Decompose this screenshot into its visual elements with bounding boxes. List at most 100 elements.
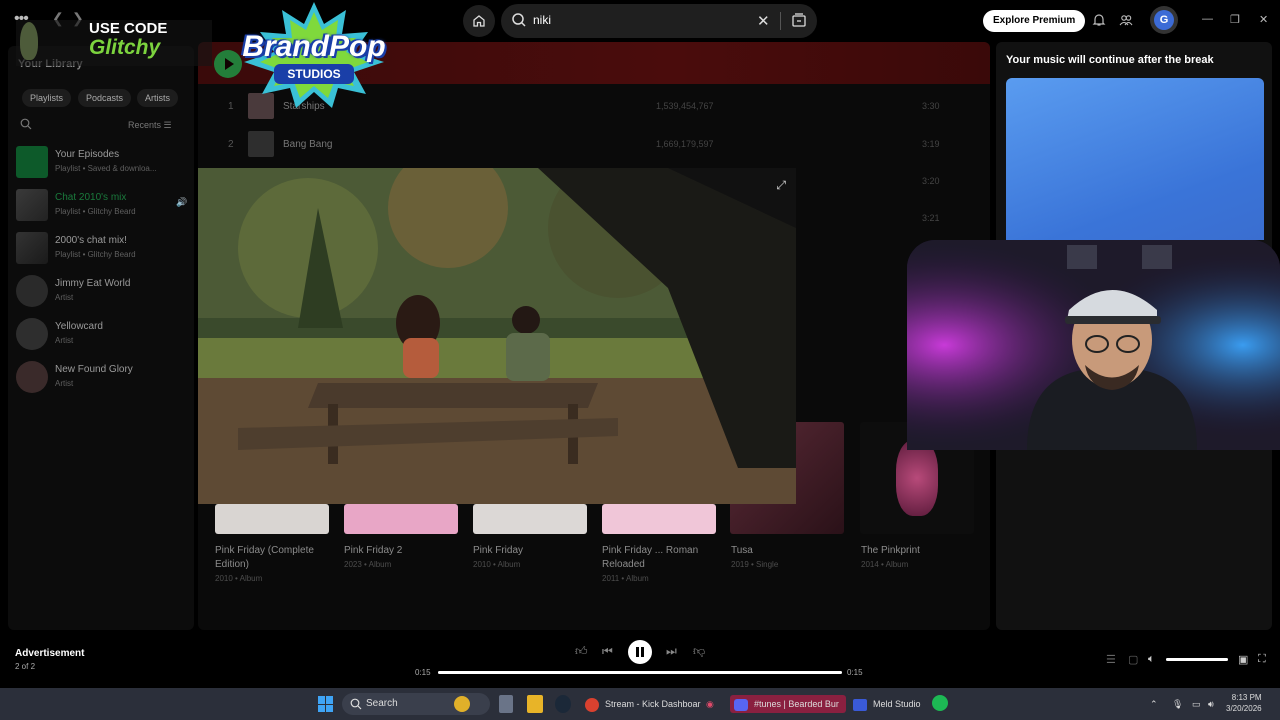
- previous-icon[interactable]: ⏮: [602, 644, 613, 659]
- speaker-icon[interactable]: 🔊︎: [1208, 695, 1214, 713]
- time-elapsed: 0:15: [415, 668, 431, 677]
- library-item[interactable]: Yellowcard Artist: [16, 318, 192, 356]
- library-item[interactable]: New Found Glory Artist: [16, 361, 192, 399]
- library-item[interactable]: Your Episodes Playlist • Saved & downloa…: [16, 146, 192, 184]
- chip-playlists[interactable]: Playlists: [22, 89, 72, 107]
- spotify-icon[interactable]: [932, 695, 948, 711]
- taskbar-search[interactable]: Search: [342, 693, 490, 715]
- track-number: 2: [228, 139, 234, 150]
- chip-artists[interactable]: Artists: [137, 89, 179, 107]
- search-icon: [512, 13, 526, 27]
- library-item-sub: Artist: [55, 293, 74, 302]
- pause-button[interactable]: [628, 640, 652, 664]
- thumbs-up-icon[interactable]: 👍︎: [575, 644, 588, 659]
- thumbs-down-icon[interactable]: 👎︎: [693, 644, 705, 659]
- list-icon: ☰: [163, 120, 172, 130]
- album-sub: 2019 • Single: [731, 560, 779, 569]
- spotify-window: ••• ❮ ❯ niki ✕ Explore Premium G — ❐ ✕ Y…: [0, 0, 1280, 688]
- track-duration: 3:19: [922, 139, 940, 149]
- album-card[interactable]: Pink Friday (Complete Edition) 2010 • Al…: [215, 504, 329, 583]
- album-card[interactable]: Pink Friday 2010 • Album: [473, 504, 587, 569]
- location-icon[interactable]: ◉: [706, 695, 718, 713]
- expand-icon[interactable]: ⤢: [776, 178, 786, 193]
- clear-search-icon[interactable]: ✕: [757, 12, 770, 30]
- devices-icon[interactable]: ▢: [1128, 653, 1138, 666]
- playlist-thumb: [16, 189, 48, 221]
- taskbar-search-label: Search: [366, 698, 398, 709]
- home-button[interactable]: [463, 5, 495, 37]
- progress-fill: [438, 671, 842, 674]
- task-view-icon[interactable]: [499, 695, 513, 713]
- album-art: [731, 504, 845, 534]
- sort-recents[interactable]: Recents ☰: [128, 120, 172, 131]
- next-icon[interactable]: ⏭: [666, 644, 677, 659]
- library-item-name: Yellowcard: [55, 321, 103, 332]
- queue-icon[interactable]: ☰: [1106, 653, 1116, 666]
- library-item[interactable]: Chat 2010's mix Playlist • Glitchy Beard…: [16, 189, 192, 227]
- promo-leaf-icon: [20, 22, 38, 60]
- mic-icon[interactable]: 🎙︎: [1172, 695, 1183, 713]
- album-sub: 2010 • Album: [215, 574, 263, 583]
- album-title: The Pinkprint: [861, 545, 920, 556]
- video-ad[interactable]: ⤢: [198, 168, 796, 504]
- volume-icon[interactable]: 🔈︎: [1148, 653, 1155, 666]
- video-frame: [198, 168, 796, 504]
- track-duration: 3:21: [922, 213, 940, 223]
- album-art: [861, 504, 975, 534]
- chip-podcasts[interactable]: Podcasts: [78, 89, 132, 107]
- search-input[interactable]: niki: [533, 13, 551, 27]
- album-title: Pink Friday 2: [344, 545, 403, 556]
- track-row[interactable]: 2 Bang Bang 1,669,179,597 3:19: [198, 128, 990, 164]
- playlist-thumb: [16, 232, 48, 264]
- episodes-thumb: [16, 146, 48, 178]
- close-icon[interactable]: ✕: [1259, 13, 1268, 26]
- album-sub: 2023 • Album: [344, 560, 392, 569]
- file-explorer-icon[interactable]: [527, 695, 543, 713]
- brandpop-logo: BrandPop STUDIOS: [238, 2, 390, 108]
- bell-icon[interactable]: [1092, 13, 1106, 27]
- album-card[interactable]: Tusa 2019 • Single: [731, 504, 845, 569]
- track-art: [248, 131, 274, 157]
- windows-taskbar: Search Stream - Kick Dashboar ◉ #tunes |…: [0, 688, 1280, 720]
- taskbar-discord[interactable]: #tunes | Bearded Bur: [730, 695, 846, 713]
- library-item[interactable]: 2000's chat mix! Playlist • Glitchy Bear…: [16, 232, 192, 270]
- taskbar-chrome[interactable]: Stream - Kick Dashboar: [585, 695, 701, 713]
- library-item-name: 2000's chat mix!: [55, 235, 127, 246]
- browse-icon[interactable]: [791, 12, 807, 28]
- miniplayer-icon[interactable]: ▣: [1238, 653, 1248, 666]
- search-divider: [780, 12, 781, 30]
- track-plays: 1,539,454,767: [656, 101, 714, 111]
- album-card[interactable]: The Pinkprint 2014 • Album: [861, 504, 975, 569]
- webcam-feed: [907, 240, 1280, 450]
- album-card[interactable]: Pink Friday ... Roman Reloaded 2011 • Al…: [602, 504, 716, 583]
- taskbar-clock[interactable]: 8:13 PM 3/20/2026: [1226, 692, 1262, 714]
- fullscreen-icon[interactable]: ⛶: [1258, 653, 1266, 666]
- album-art: [344, 504, 458, 534]
- library-item[interactable]: Jimmy Eat World Artist: [16, 275, 192, 313]
- track-duration: 3:20: [922, 176, 940, 186]
- avatar[interactable]: G: [1150, 6, 1178, 34]
- artist-thumb: [16, 361, 48, 393]
- promo-code: Glitchy: [89, 36, 161, 59]
- track-number: 1: [228, 101, 234, 112]
- minimize-icon[interactable]: —: [1202, 13, 1213, 25]
- volume-slider[interactable]: [1166, 658, 1228, 661]
- album-title: Pink Friday (Complete Edition): [215, 545, 314, 570]
- maximize-icon[interactable]: ❐: [1230, 13, 1240, 26]
- avatar-letter: G: [1154, 10, 1174, 30]
- library-search-icon[interactable]: [20, 118, 32, 130]
- steam-icon[interactable]: [555, 695, 571, 713]
- album-sub: 2014 • Album: [861, 560, 909, 569]
- friends-icon[interactable]: [1119, 13, 1133, 27]
- display-icon[interactable]: ▭: [1192, 695, 1201, 713]
- search-bar[interactable]: niki ✕: [501, 4, 817, 38]
- progress-bar[interactable]: [438, 671, 842, 674]
- explore-premium-button[interactable]: Explore Premium: [983, 10, 1086, 32]
- ad-banner[interactable]: [1006, 78, 1264, 240]
- windows-start-icon[interactable]: [318, 696, 334, 712]
- album-card[interactable]: Pink Friday 2 2023 • Album: [344, 504, 458, 569]
- tray-chevron-icon[interactable]: ⌃: [1150, 695, 1158, 713]
- taskbar-search-icon: [350, 698, 362, 710]
- logo-title: BrandPop: [242, 30, 386, 63]
- taskbar-meld[interactable]: Meld Studio: [853, 695, 921, 713]
